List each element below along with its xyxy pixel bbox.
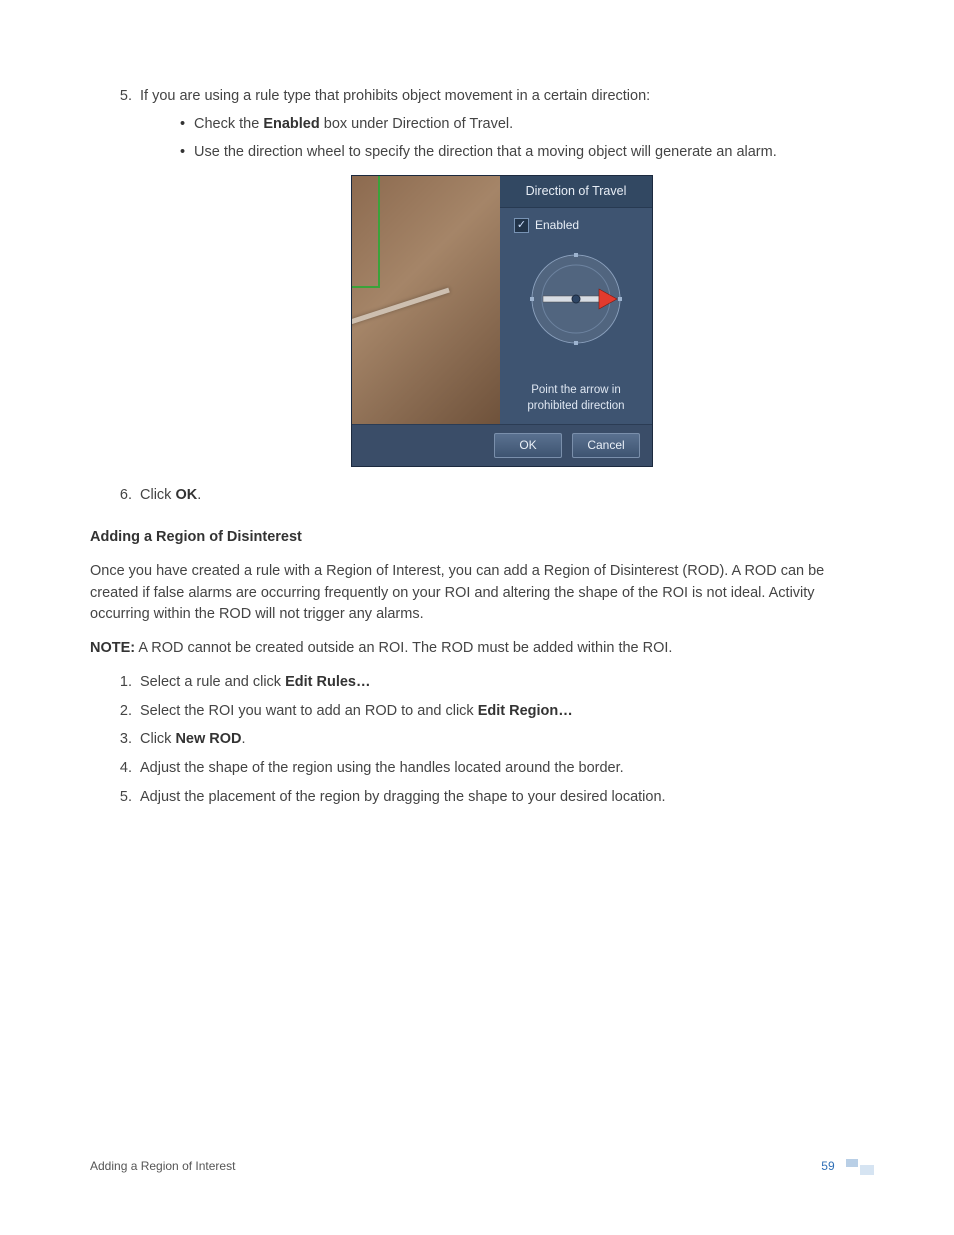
direction-hint: Point the arrow in prohibited direction [521, 381, 630, 424]
note-paragraph: NOTE: A ROD cannot be created outside an… [90, 638, 864, 660]
dialog-body: Direction of Travel ✓ Enabled [352, 176, 652, 424]
checkmark-icon: ✓ [517, 220, 526, 231]
enabled-row: ✓ Enabled [500, 208, 652, 240]
rod-step-4: Adjust the shape of the region using the… [136, 758, 864, 780]
note-label: NOTE: [90, 640, 135, 656]
rod-step-5: Adjust the placement of the region by dr… [136, 787, 864, 809]
ordered-list-steps: If you are using a rule type that prohib… [90, 86, 864, 507]
panel-title: Direction of Travel [500, 176, 652, 208]
page-content: If you are using a rule type that prohib… [0, 0, 954, 809]
bullet-enabled: Check the Enabled box under Direction of… [194, 114, 864, 136]
page-number: 59 [821, 1159, 834, 1173]
dialog-button-bar: OK Cancel [352, 424, 652, 466]
footer-left: Adding a Region of Interest [90, 1157, 235, 1175]
step-5-sublist: Check the Enabled box under Direction of… [140, 114, 864, 164]
rod-step-2: Select the ROI you want to add an ROD to… [136, 701, 864, 723]
embedded-figure: Direction of Travel ✓ Enabled [140, 175, 864, 467]
intro-paragraph: Once you have created a rule with a Regi… [90, 561, 864, 626]
bullet-direction-wheel: Use the direction wheel to specify the d… [194, 142, 864, 164]
scene-object [352, 288, 450, 330]
rod-step-3: Click New ROD. [136, 729, 864, 751]
cancel-button[interactable]: Cancel [572, 433, 640, 458]
direction-dialog: Direction of Travel ✓ Enabled [351, 175, 653, 467]
direction-wheel[interactable] [521, 240, 631, 381]
step-5-text: If you are using a rule type that prohib… [140, 88, 650, 104]
rod-step-1: Select a rule and click Edit Rules… [136, 672, 864, 694]
note-text: A ROD cannot be created outside an ROI. … [135, 640, 672, 656]
ok-button[interactable]: OK [494, 433, 562, 458]
step-6: Click OK. [136, 485, 864, 507]
enabled-checkbox[interactable]: ✓ [514, 218, 529, 233]
page-footer: Adding a Region of Interest 59 [90, 1157, 874, 1175]
roi-outline [352, 176, 380, 288]
footer-logo-icon [846, 1159, 874, 1175]
step-5: If you are using a rule type that prohib… [136, 86, 864, 467]
rod-steps-list: Select a rule and click Edit Rules… Sele… [90, 672, 864, 809]
video-preview-pane [352, 176, 500, 424]
section-heading: Adding a Region of Disinterest [90, 527, 864, 549]
enabled-label: Enabled [535, 216, 579, 234]
footer-right: 59 [821, 1157, 874, 1175]
direction-panel: Direction of Travel ✓ Enabled [500, 176, 652, 424]
wheel-icon [521, 244, 631, 354]
